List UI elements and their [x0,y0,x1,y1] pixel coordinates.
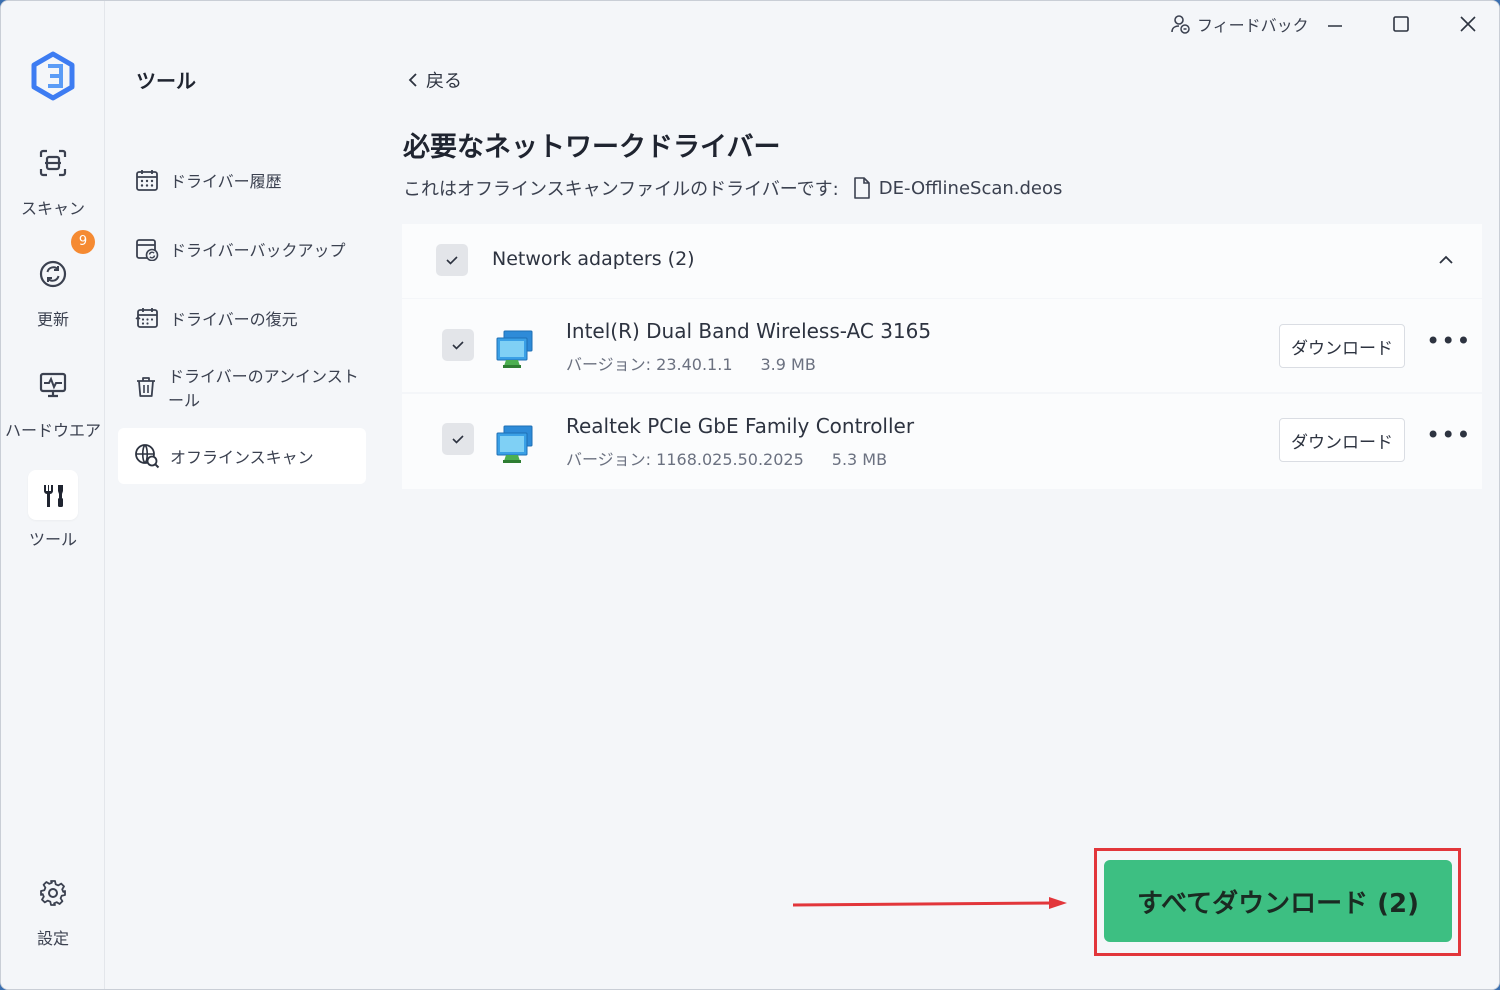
driver-size: 3.9 MB [760,355,816,374]
update-count-badge: 9 [71,230,95,254]
check-icon [452,341,464,350]
rail-label-scan: スキャン [20,199,85,218]
tool-item-driver-uninstall[interactable]: ドライバーのアンインストール [118,359,366,415]
group-name: Network adapters (2) [492,248,695,270]
subtitle-text: これはオフラインスキャンファイルのドライバーです: [403,179,839,200]
tool-item-offline-scan[interactable]: オフラインスキャン [118,428,366,484]
main-content: フィードバック 戻る 必要なネットワークドライバー これはオフラインスキャンファ… [378,1,1499,989]
nav-rail: スキャン 更新 9 ハードウエア ツール 設定 [1,1,105,989]
trash-icon [134,374,158,400]
check-icon [446,256,458,265]
driver-name: Realtek PCIe GbE Family Controller [566,414,915,438]
maximize-icon [1393,16,1409,32]
file-icon [853,177,870,199]
scan-icon [27,137,79,189]
check-icon [452,435,464,444]
maximize-button[interactable] [1391,9,1411,39]
tool-item-label: ドライバーの復元 [170,310,298,329]
tool-item-label: ドライバー履歴 [170,172,282,191]
feedback-icon [1171,15,1190,34]
tools-icon [28,470,78,520]
driver-meta: バージョン: 23.40.1.1 3.9 MB [566,351,816,375]
rail-label-hardware: ハードウエア [4,421,101,440]
more-options-icon[interactable]: ••• [1426,421,1471,449]
rail-label-tools: ツール [28,530,77,549]
minimize-button[interactable] [1325,9,1345,39]
back-button[interactable]: 戻る [406,67,462,93]
driver-size: 5.3 MB [831,450,888,469]
tools-panel: ツール ドライバー履歴 ドライバーバックアップ ドライバーの復元 ドライバーのア… [106,1,378,989]
driver-row: Intel(R) Dual Band Wireless-AC 3165 バージョ… [402,299,1482,392]
calendar-icon [134,167,160,193]
update-icon [27,248,79,300]
download-all-button[interactable]: すべてダウンロード (2) [1104,860,1452,942]
driver-meta: バージョン: 1168.025.50.2025 5.3 MB [566,446,887,470]
close-icon [1460,16,1476,32]
tool-item-label: オフラインスキャン [170,448,314,467]
driver-version: バージョン: 23.40.1.1 [566,355,733,374]
download-button[interactable]: ダウンロード [1279,324,1405,368]
file-name: DE-OfflineScan.deos [878,177,1063,199]
close-button[interactable] [1458,9,1478,39]
app-logo-icon [31,51,75,101]
hardware-icon [27,359,79,411]
tool-item-label: ドライバーのアンインストール [168,367,359,410]
offline-scan-icon [134,443,160,469]
back-label: 戻る [426,71,462,92]
chevron-left-icon [408,73,417,87]
tool-item-driver-history[interactable]: ドライバー履歴 [118,152,366,208]
tools-panel-title: ツール [136,69,196,93]
network-adapter-icon [496,330,533,368]
chevron-up-icon[interactable] [1436,250,1456,270]
feedback-label: フィードバック [1197,16,1309,35]
driver-checkbox[interactable] [442,329,474,361]
backup-icon [134,236,160,262]
app-window: スキャン 更新 9 ハードウエア ツール 設定 ツール ドライバー履歴 ドライバ… [0,0,1500,990]
feedback-button[interactable]: フィードバック [1171,9,1309,39]
download-button[interactable]: ダウンロード [1279,418,1405,462]
page-subtitle: これはオフラインスキャンファイルのドライバーです: DE-OfflineScan… [403,175,1062,201]
tool-item-driver-backup[interactable]: ドライバーバックアップ [118,221,366,277]
more-options-icon[interactable]: ••• [1426,327,1471,355]
page-title: 必要なネットワークドライバー [403,132,781,163]
driver-group-header[interactable]: Network adapters (2) [402,224,1482,298]
rail-label-settings: 設定 [36,929,69,948]
rail-item-scan[interactable]: スキャン [1,137,105,219]
driver-name: Intel(R) Dual Band Wireless-AC 3165 [566,319,932,343]
network-adapter-icon [496,425,533,463]
rail-item-tools[interactable]: ツール [1,470,105,550]
gear-icon [27,867,79,919]
restore-icon [134,305,160,331]
minimize-icon [1328,25,1342,27]
rail-label-update: 更新 [36,310,69,329]
driver-row: Realtek PCIe GbE Family Controller バージョン… [402,394,1482,489]
driver-version: バージョン: 1168.025.50.2025 [566,450,804,469]
driver-checkbox[interactable] [442,423,474,455]
annotation-arrow [792,897,1067,909]
tool-item-driver-restore[interactable]: ドライバーの復元 [118,290,366,346]
rail-item-update[interactable]: 更新 [1,248,105,330]
rail-item-settings[interactable]: 設定 [1,867,105,949]
scan-file: DE-OfflineScan.deos [853,177,1063,199]
group-checkbox[interactable] [436,244,468,276]
rail-item-hardware[interactable]: ハードウエア [1,359,105,441]
tool-item-label: ドライバーバックアップ [170,241,346,260]
